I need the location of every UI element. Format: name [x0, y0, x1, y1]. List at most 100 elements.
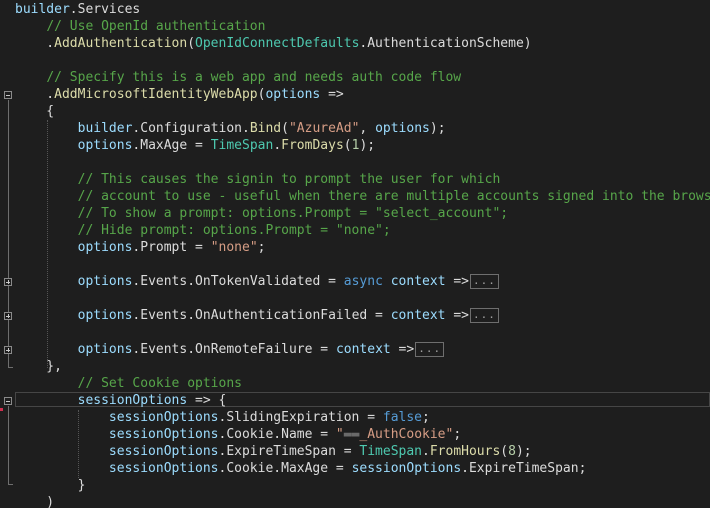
code-token-method: FromDays [281, 138, 344, 153]
code-token-ident: builder [15, 2, 70, 17]
code-token-punc: . [15, 87, 55, 102]
code-token-str: " [335, 427, 344, 442]
code-token-punc: . [187, 308, 196, 323]
code-token-method: Bind [249, 121, 282, 136]
code-line[interactable]: sessionOptions.Cookie.Name = "▬▬_AuthCoo… [15, 426, 461, 443]
code-token-ident: options [77, 342, 133, 357]
code-line[interactable]: // This causes the signin to prompt the … [15, 171, 501, 188]
code-token-cmt: // To show a prompt: options.Prompt = "s… [77, 206, 509, 221]
code-line[interactable]: .AddMicrosoftIdentityWebApp(options => [15, 86, 344, 103]
code-token-punc: . [422, 444, 430, 459]
code-token-punc: }, [15, 359, 62, 374]
code-token-member: AuthenticationScheme [367, 36, 524, 51]
fold-region-line [8, 406, 9, 484]
code-line[interactable]: // Specify this is a web app and needs a… [15, 69, 461, 86]
code-token-method: AddMicrosoftIdentityWebApp [54, 87, 258, 102]
code-token-member: Services [77, 2, 141, 17]
code-token-member: Cookie [226, 461, 274, 476]
code-token-member: Events [140, 274, 188, 289]
code-line[interactable]: // Set Cookie options [15, 375, 242, 392]
code-line[interactable]: { [15, 103, 54, 120]
code-line[interactable]: }, [15, 358, 62, 375]
code-line[interactable]: options.Events.OnAuthenticationFailed = … [15, 307, 499, 324]
change-marker [0, 408, 3, 411]
code-token-kw: false [382, 410, 423, 425]
code-token-punc: => [320, 87, 344, 102]
code-token-punc: , [359, 121, 376, 136]
code-token-member: ExpireTimeSpan [226, 444, 336, 459]
code-line[interactable]: .AddAuthentication(OpenIdConnectDefaults… [15, 35, 531, 52]
code-line[interactable]: options.Prompt = "none"; [15, 239, 266, 256]
code-line[interactable]: options.Events.OnRemoteFailure = context… [15, 341, 445, 358]
code-token-punc: => [445, 274, 470, 289]
code-token-redact: ▬▬ [343, 427, 360, 442]
fold-collapse-icon[interactable] [4, 91, 12, 99]
code-line[interactable]: // Use OpenId authentication [15, 18, 265, 35]
code-editor[interactable]: builder.Services // Use OpenId authentic… [0, 0, 710, 508]
code-token-ident: sessionOptions [108, 427, 219, 442]
code-token-kw: async [343, 274, 383, 289]
code-token-method: FromHours [429, 444, 501, 459]
code-token-punc: => { [187, 393, 227, 408]
code-token-punc [15, 376, 78, 391]
code-token-str: "none" [210, 240, 258, 255]
code-token-punc: ); [429, 121, 446, 136]
fold-expand-icon[interactable] [4, 312, 12, 320]
code-token-punc [15, 240, 78, 255]
code-token-ident: options [77, 308, 133, 323]
code-token-punc [15, 308, 78, 323]
code-token-punc: . [273, 138, 282, 153]
fold-region-end [8, 367, 13, 368]
code-token-punc [15, 121, 78, 136]
code-line[interactable]: options.MaxAge = TimeSpan.FromDays(1); [15, 137, 375, 154]
fold-collapse-icon[interactable] [4, 397, 12, 405]
code-token-member: Prompt [140, 240, 188, 255]
code-token-punc [15, 274, 78, 289]
fold-expand-icon[interactable] [4, 278, 12, 286]
code-token-type: TimeSpan [210, 138, 274, 153]
code-token-punc: . [187, 342, 196, 357]
collapsed-region-badge[interactable]: ... [470, 308, 499, 323]
code-token-punc: ; [422, 410, 430, 425]
code-line[interactable]: sessionOptions.SlidingExpiration = false… [15, 409, 430, 426]
code-token-ident: options [77, 274, 133, 289]
code-token-punc [383, 274, 391, 289]
collapsed-region-badge[interactable]: ... [470, 274, 499, 289]
code-line[interactable]: // account to use - useful when there ar… [15, 188, 710, 205]
code-token-punc: => [390, 342, 415, 357]
code-token-ident: context [390, 308, 446, 323]
code-token-member: Events [140, 342, 188, 357]
code-line[interactable]: } [15, 477, 86, 494]
fold-region-end [8, 484, 13, 485]
code-token-punc: ( [187, 36, 196, 51]
code-line[interactable]: sessionOptions => { [15, 392, 227, 409]
fold-expand-icon[interactable] [4, 346, 12, 354]
code-line[interactable]: builder.Configuration.Bind("AzureAd", op… [15, 120, 446, 137]
code-token-method: AddAuthentication [54, 36, 188, 51]
code-token-punc: ; [257, 240, 266, 255]
code-token-ident: sessionOptions [108, 461, 219, 476]
code-token-punc: ); [359, 138, 376, 153]
code-line[interactable]: // To show a prompt: options.Prompt = "s… [15, 205, 508, 222]
code-token-ident: sessionOptions [77, 393, 188, 408]
code-token-punc [15, 19, 46, 34]
code-token-ident: context [335, 342, 391, 357]
code-token-cmt: // Hide prompt: options.Prompt = "none"; [77, 223, 391, 238]
code-token-punc [15, 461, 109, 476]
code-line[interactable]: builder.Services [15, 1, 140, 18]
code-token-punc: => [445, 308, 469, 323]
code-token-punc: ); [515, 444, 532, 459]
code-token-ident: sessionOptions [108, 444, 219, 459]
code-token-punc: ( [343, 138, 352, 153]
collapsed-region-badge[interactable]: ... [415, 342, 445, 357]
code-token-punc [15, 444, 109, 459]
code-line[interactable]: // Hide prompt: options.Prompt = "none"; [15, 222, 391, 239]
code-token-cmt: // Set Cookie options [77, 376, 242, 391]
code-token-punc: ; [453, 427, 462, 442]
code-token-ident: sessionOptions [108, 410, 219, 425]
code-line[interactable]: ) [15, 494, 54, 508]
code-line[interactable]: sessionOptions. ExpireTimeSpan = TimeSpan… [15, 443, 532, 460]
code-token-punc [15, 206, 78, 221]
code-line[interactable]: sessionOptions.Cookie.MaxAge = sessionOp… [15, 460, 586, 477]
code-line[interactable]: options.Events.OnTokenValidated = async … [15, 273, 499, 290]
